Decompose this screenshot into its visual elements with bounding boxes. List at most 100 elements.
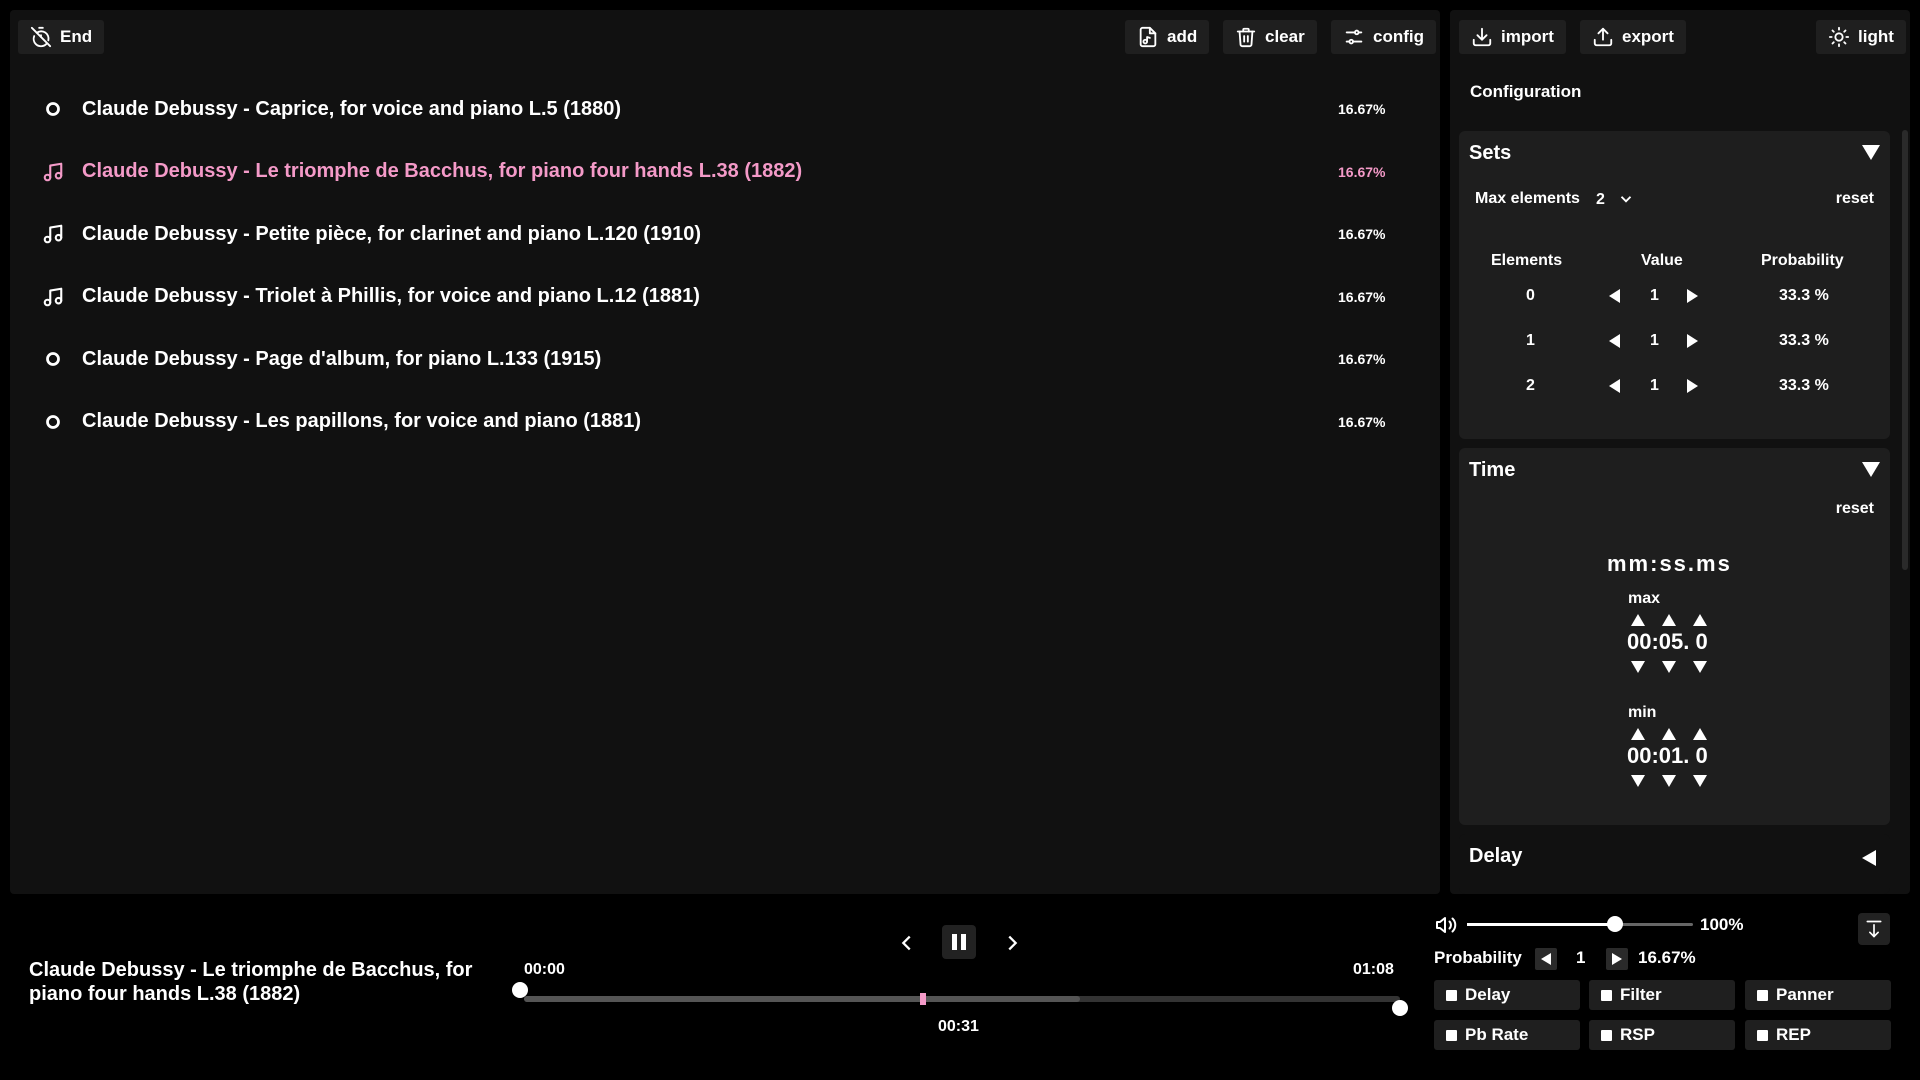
min-seconds-up[interactable] (1662, 728, 1676, 740)
effect-toggle-rsp[interactable]: RSP (1589, 1020, 1735, 1050)
triangle-down-icon (1862, 462, 1880, 477)
volume-slider[interactable] (1467, 923, 1693, 926)
trash-icon (1236, 27, 1256, 48)
prev-button[interactable] (896, 930, 918, 956)
max-up-controls (1631, 614, 1707, 626)
theme-label: light (1858, 27, 1894, 46)
track-row[interactable]: Claude Debussy - Page d'album, for piano… (20, 328, 1420, 391)
volume-icon (1436, 917, 1457, 933)
min-ms-down[interactable] (1693, 775, 1707, 787)
music-note-icon (42, 161, 64, 183)
sets-collapse-toggle[interactable] (1862, 145, 1880, 163)
effect-toggle-filter[interactable]: Filter (1589, 980, 1735, 1010)
config-panel: import export light Configuration Sets M… (1450, 10, 1910, 894)
value-increment[interactable] (1687, 333, 1698, 348)
max-seconds-down[interactable] (1662, 661, 1676, 673)
end-button[interactable]: End (18, 20, 105, 54)
track-title: Claude Debussy - Le triomphe de Bacchus,… (82, 160, 803, 183)
max-minutes-down[interactable] (1631, 661, 1645, 673)
add-label: add (1167, 27, 1198, 46)
config-scrollbar[interactable] (1902, 130, 1908, 570)
loop-end-handle[interactable] (1392, 1000, 1408, 1016)
time-section: Time reset mm:ss.ms max 00:05. 0 min 00:… (1459, 448, 1890, 825)
min-minutes-down[interactable] (1631, 775, 1645, 787)
delay-expand-toggle[interactable] (1862, 850, 1880, 868)
time-collapse-toggle[interactable] (1862, 462, 1880, 480)
track-row[interactable]: Claude Debussy - Triolet à Phillis, for … (20, 266, 1420, 329)
time-format-label: mm:ss.ms (1607, 551, 1732, 576)
value-increment[interactable] (1687, 378, 1698, 393)
min-ms-up[interactable] (1693, 728, 1707, 740)
value-decrement[interactable] (1609, 378, 1620, 393)
value-decrement[interactable] (1609, 288, 1620, 303)
next-button[interactable] (1001, 930, 1023, 956)
effect-label: RSP (1620, 1025, 1655, 1044)
sets-reset-button[interactable]: reset (1836, 190, 1874, 208)
chevron-down-icon (1621, 196, 1632, 203)
max-seconds-up[interactable] (1662, 614, 1676, 626)
delay-section[interactable]: Delay (1459, 834, 1890, 894)
checkbox-icon (1601, 989, 1612, 1001)
import-label: import (1501, 27, 1554, 46)
progress-bar[interactable] (524, 993, 1400, 1005)
volume-handle[interactable] (1607, 916, 1623, 932)
config-button[interactable]: config (1331, 20, 1436, 54)
max-elements-label: Max elements (1475, 190, 1580, 207)
checkbox-icon (1757, 1029, 1768, 1041)
config-title: Configuration (1470, 82, 1582, 101)
time-current: 00:31 (938, 1018, 979, 1035)
track-title: Claude Debussy - Les papillons, for voic… (82, 410, 642, 433)
sets-row: 1 1 33.3 % (1459, 318, 1890, 363)
track-probability: 16.67% (1338, 288, 1386, 305)
track-row[interactable]: Claude Debussy - Caprice, for voice and … (20, 78, 1420, 141)
collapse-button[interactable] (1858, 913, 1890, 945)
effect-toggle-delay[interactable]: Delay (1434, 980, 1580, 1010)
triangle-right-icon (1612, 953, 1622, 965)
effect-toggle-panner[interactable]: Panner (1745, 980, 1891, 1010)
volume-icon-button[interactable] (1434, 913, 1460, 937)
progress-buffer (524, 996, 1081, 1002)
min-down-controls (1631, 775, 1707, 787)
export-button[interactable]: export (1580, 20, 1686, 54)
probability-decrement[interactable] (1535, 948, 1557, 970)
theme-toggle-button[interactable]: light (1816, 20, 1906, 54)
effect-toggle-pb-rate[interactable]: Pb Rate (1434, 1020, 1580, 1050)
time-reset-button[interactable]: reset (1836, 500, 1874, 518)
progress-position-marker[interactable] (920, 993, 927, 1005)
pause-button[interactable] (942, 925, 976, 959)
track-title: Claude Debussy - Caprice, for voice and … (82, 97, 622, 120)
probability-label: Probability (1434, 948, 1522, 967)
triangle-down-icon (1862, 145, 1880, 160)
max-ms-down[interactable] (1693, 661, 1707, 673)
clear-button[interactable]: clear (1223, 20, 1317, 54)
now-playing-title: Claude Debussy - Le triomphe de Bacchus,… (29, 959, 473, 1005)
max-elements-select[interactable]: 2 (1596, 190, 1635, 209)
add-button[interactable]: add (1125, 20, 1210, 54)
min-minutes-up[interactable] (1631, 728, 1645, 740)
col-elements: Elements (1491, 252, 1563, 269)
effect-label: REP (1776, 1025, 1811, 1044)
min-seconds-down[interactable] (1662, 775, 1676, 787)
time-start: 00:00 (524, 961, 565, 978)
track-probability: 16.67% (1338, 351, 1386, 368)
track-title: Claude Debussy - Triolet à Phillis, for … (82, 285, 700, 308)
max-ms-up[interactable] (1693, 614, 1707, 626)
track-row[interactable]: Claude Debussy - Petite pièce, for clari… (20, 203, 1420, 266)
time-heading: Time (1469, 459, 1516, 481)
max-minutes-up[interactable] (1631, 614, 1645, 626)
value-decrement[interactable] (1609, 333, 1620, 348)
sets-row: 0 1 33.3 % (1459, 273, 1890, 318)
value-increment[interactable] (1687, 288, 1698, 303)
delay-heading: Delay (1469, 845, 1523, 867)
track-probability: 16.67% (1338, 101, 1386, 118)
effect-toggle-rep[interactable]: REP (1745, 1020, 1891, 1050)
track-row[interactable]: Claude Debussy - Le triomphe de Bacchus,… (20, 141, 1420, 204)
track-row[interactable]: Claude Debussy - Les papillons, for voic… (20, 391, 1420, 454)
circle-icon (42, 98, 64, 120)
import-button[interactable]: import (1459, 20, 1566, 54)
sun-icon (1828, 26, 1850, 48)
max-time-value: 00:05. 0 (1627, 629, 1708, 654)
loop-start-handle[interactable] (512, 982, 528, 998)
music-note-icon (42, 223, 64, 245)
probability-increment[interactable] (1606, 948, 1628, 970)
